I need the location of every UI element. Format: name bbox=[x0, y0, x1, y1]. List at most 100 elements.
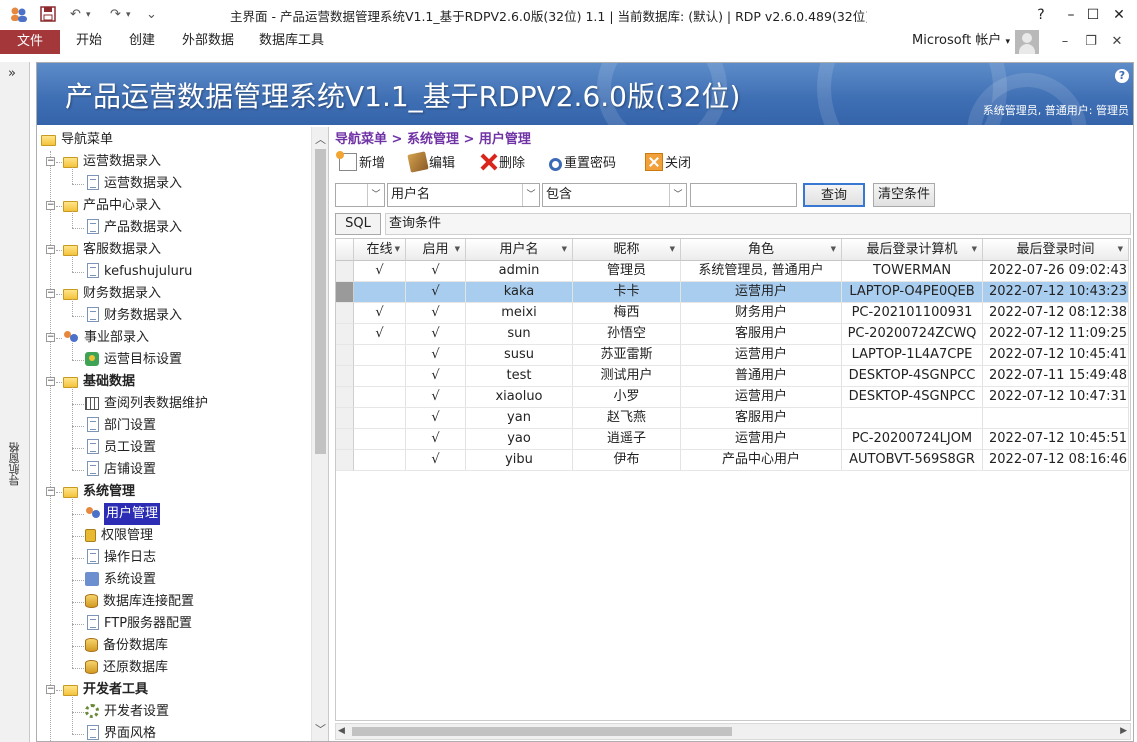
cell-role[interactable]: 运营用户 bbox=[681, 429, 842, 450]
cell-online[interactable] bbox=[354, 450, 406, 471]
query-button[interactable]: 查询 bbox=[803, 183, 865, 207]
cell-role[interactable]: 运营用户 bbox=[681, 282, 842, 303]
tree-group[interactable]: 事业部录入 bbox=[63, 327, 151, 349]
select-all-corner[interactable] bbox=[336, 239, 354, 261]
collapse-icon[interactable]: − bbox=[46, 377, 55, 386]
sort-dropdown-icon[interactable]: ▼ bbox=[972, 239, 977, 260]
tree-item[interactable]: 系统设置 bbox=[85, 569, 158, 591]
tree-item[interactable]: 运营数据录入 bbox=[85, 173, 184, 195]
tree-item[interactable]: 查阅列表数据维护 bbox=[85, 393, 210, 415]
row-selector[interactable] bbox=[336, 345, 354, 366]
tree-item[interactable]: 操作日志 bbox=[85, 547, 158, 569]
table-row[interactable]: √ yao 逍遥子 运营用户 PC-20200724LJOM 2022-07-12 10:… bbox=[336, 429, 1129, 450]
tree-item[interactable]: 员工设置 bbox=[85, 437, 158, 459]
navigation-pane-collapsed[interactable]: » 导航窗格 bbox=[0, 62, 30, 742]
tree-item[interactable]: 店铺设置 bbox=[85, 459, 158, 481]
table-row[interactable]: √ susu 苏亚雷斯 运营用户 LAPTOP-1L4A7CPE 2022-07-12 1… bbox=[336, 345, 1129, 366]
tree-root[interactable]: 导航菜单 bbox=[41, 129, 115, 151]
cell-nickname[interactable]: 苏亚雷斯 bbox=[573, 345, 681, 366]
query-condition-field[interactable]: 查询条件 bbox=[385, 213, 1131, 235]
cell-enabled[interactable]: √ bbox=[406, 429, 466, 450]
cell-last-login[interactable]: 2022-07-12 10:45:51 bbox=[983, 429, 1129, 450]
cell-computer[interactable]: DESKTOP-4SGNPCC bbox=[842, 387, 983, 408]
cell-last-login[interactable]: 2022-07-12 11:09:25 bbox=[983, 324, 1129, 345]
cell-nickname[interactable]: 逍遥子 bbox=[573, 429, 681, 450]
tree-group[interactable]: 基础数据 bbox=[63, 371, 137, 393]
cell-username[interactable]: xiaoluo bbox=[466, 387, 573, 408]
cell-enabled[interactable]: √ bbox=[406, 324, 466, 345]
column-header-col-enabled[interactable]: 启用 ▼ bbox=[406, 239, 466, 261]
cell-username[interactable]: meixi bbox=[466, 303, 573, 324]
cell-last-login[interactable]: 2022-07-12 10:47:31 bbox=[983, 387, 1129, 408]
table-row[interactable]: √ xiaoluo 小罗 运营用户 DESKTOP-4SGNPCC 2022-07-12 … bbox=[336, 387, 1129, 408]
filter-value-input[interactable] bbox=[690, 183, 797, 207]
tree-item[interactable]: 还原数据库 bbox=[85, 657, 170, 679]
cell-computer[interactable]: PC-202101100931 bbox=[842, 303, 983, 324]
cell-username[interactable]: kaka bbox=[466, 282, 573, 303]
tree-item[interactable]: 部门设置 bbox=[85, 415, 158, 437]
redo-dropdown-icon[interactable]: ▾ bbox=[126, 6, 131, 24]
cell-role[interactable]: 运营用户 bbox=[681, 345, 842, 366]
row-selector[interactable] bbox=[336, 450, 354, 471]
collapse-icon[interactable]: − bbox=[46, 333, 55, 342]
row-selector[interactable] bbox=[336, 387, 354, 408]
cell-nickname[interactable]: 梅西 bbox=[573, 303, 681, 324]
scrollbar-thumb[interactable] bbox=[352, 727, 732, 736]
tree-group[interactable]: 客服数据录入 bbox=[63, 239, 163, 261]
collapse-icon[interactable]: − bbox=[46, 487, 55, 496]
cell-last-login[interactable]: 2022-07-12 08:16:46 bbox=[983, 450, 1129, 471]
cell-username[interactable]: yan bbox=[466, 408, 573, 429]
sql-button[interactable]: SQL bbox=[335, 213, 381, 235]
maximize-button[interactable]: ☐ bbox=[1080, 4, 1106, 26]
table-row[interactable]: √ kaka 卡卡 运营用户 LAPTOP-O4PE0QEB 2022-07-12 10:… bbox=[336, 282, 1129, 303]
cell-computer[interactable]: DESKTOP-4SGNPCC bbox=[842, 366, 983, 387]
tree-group[interactable]: 系统管理 bbox=[63, 481, 137, 503]
row-selector[interactable] bbox=[336, 261, 354, 282]
tab-home[interactable]: 开始 bbox=[76, 30, 102, 54]
cell-last-login[interactable]: 2022-07-12 08:12:38 bbox=[983, 303, 1129, 324]
cell-role[interactable]: 普通用户 bbox=[681, 366, 842, 387]
cell-enabled[interactable]: √ bbox=[406, 366, 466, 387]
cell-username[interactable]: sun bbox=[466, 324, 573, 345]
cell-nickname[interactable]: 管理员 bbox=[573, 261, 681, 282]
cell-role[interactable]: 产品中心用户 bbox=[681, 450, 842, 471]
chevron-down-icon[interactable]: ﹀ bbox=[522, 184, 539, 206]
row-selector[interactable] bbox=[336, 324, 354, 345]
collapse-icon[interactable]: − bbox=[46, 157, 55, 166]
column-header-col-last-login[interactable]: 最后登录时间 ▼ bbox=[983, 239, 1129, 261]
cell-enabled[interactable]: √ bbox=[406, 387, 466, 408]
reset-password-button[interactable]: 重置密码 bbox=[549, 153, 616, 175]
cell-enabled[interactable]: √ bbox=[406, 345, 466, 366]
cell-last-login[interactable]: 2022-07-12 10:43:23 bbox=[983, 282, 1129, 303]
tree-group[interactable]: 开发者工具 bbox=[63, 679, 150, 701]
cell-username[interactable]: admin bbox=[466, 261, 573, 282]
expand-nav-icon[interactable]: » bbox=[8, 66, 16, 81]
avatar[interactable] bbox=[1015, 30, 1039, 54]
sort-dropdown-icon[interactable]: ▼ bbox=[395, 239, 400, 260]
cell-role[interactable]: 系统管理员, 普通用户 bbox=[681, 261, 842, 282]
cell-username[interactable]: yao bbox=[466, 429, 573, 450]
cell-online[interactable] bbox=[354, 282, 406, 303]
cell-enabled[interactable]: √ bbox=[406, 282, 466, 303]
ribbon-minimize-button[interactable]: – bbox=[1054, 31, 1076, 53]
cell-online[interactable] bbox=[354, 387, 406, 408]
tree-group[interactable]: 运营数据录入 bbox=[63, 151, 163, 173]
customize-quick-access-icon[interactable]: ⌄ bbox=[146, 6, 157, 24]
tree-scrollbar[interactable]: ︿ ﹀ bbox=[311, 127, 328, 741]
cell-online[interactable]: √ bbox=[354, 261, 406, 282]
cell-computer[interactable]: TOWERMAN bbox=[842, 261, 983, 282]
cell-computer[interactable]: AUTOBVT-569S8GR bbox=[842, 450, 983, 471]
clear-conditions-button[interactable]: 清空条件 bbox=[873, 183, 935, 207]
tree-item[interactable]: 财务数据录入 bbox=[85, 305, 184, 327]
table-row[interactable]: √ yibu 伊布 产品中心用户 AUTOBVT-569S8GR 2022-07-12 0… bbox=[336, 450, 1129, 471]
sort-dropdown-icon[interactable]: ▼ bbox=[670, 239, 675, 260]
cell-role[interactable]: 客服用户 bbox=[681, 408, 842, 429]
tree-item[interactable]: 数据库连接配置 bbox=[85, 591, 196, 613]
cell-username[interactable]: test bbox=[466, 366, 573, 387]
tree-item[interactable]: 备份数据库 bbox=[85, 635, 170, 657]
ribbon-restore-button[interactable]: ❐ bbox=[1080, 31, 1102, 53]
column-header-col-role[interactable]: 角色 ▼ bbox=[681, 239, 842, 261]
cell-computer[interactable]: PC-20200724LJOM bbox=[842, 429, 983, 450]
tab-external-data[interactable]: 外部数据 bbox=[182, 30, 234, 54]
cell-last-login[interactable]: 2022-07-12 10:45:41 bbox=[983, 345, 1129, 366]
